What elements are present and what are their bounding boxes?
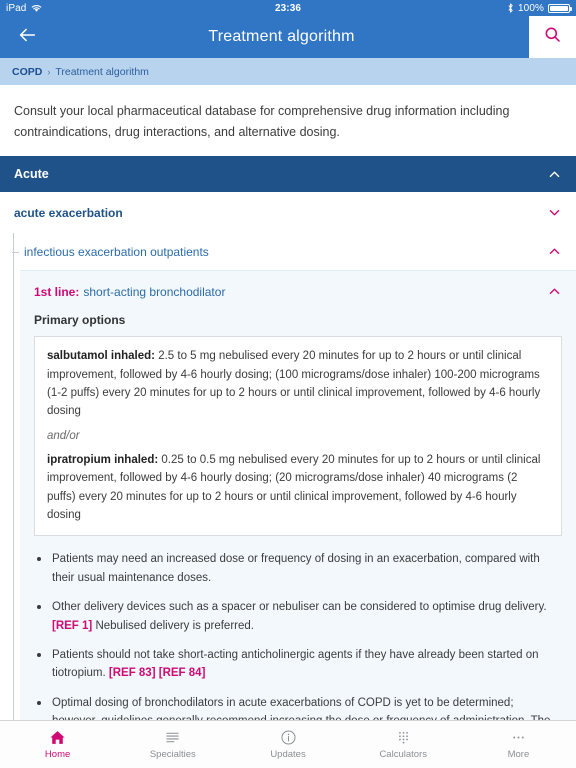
treatment-panel: 1st line: short-acting bronchodilator Pr… — [20, 270, 576, 720]
treatment-line-header[interactable]: 1st line: short-acting bronchodilator — [20, 271, 576, 311]
list-item: Patients should not take short-acting an… — [37, 646, 560, 683]
section-header-acute[interactable]: Acute — [0, 156, 576, 193]
treatment-tree: infectious exacerbation outpatients 1st … — [0, 233, 576, 720]
tab-label: More — [507, 749, 530, 760]
branch-title: infectious exacerbation outpatients — [24, 244, 209, 259]
breadcrumb-item-copd[interactable]: COPD — [12, 66, 42, 78]
drug-name: ipratropium inhaled: — [47, 453, 159, 466]
tab-specialties[interactable]: Specialties — [115, 721, 230, 768]
treatment-line-label: 1st line: — [34, 284, 80, 299]
reference-link[interactable]: [REF 1] — [52, 620, 92, 632]
drug-option-ipratropium: ipratropium inhaled: 0.25 to 0.5 mg nebu… — [47, 451, 549, 525]
drug-options-box: salbutamol inhaled: 2.5 to 5 mg nebulise… — [34, 336, 562, 537]
battery-full-icon — [548, 3, 572, 13]
intro-text: Consult your local pharmaceutical databa… — [14, 104, 510, 139]
home-icon — [49, 729, 66, 746]
group-row-acute-exacerbation[interactable]: acute exacerbation — [0, 192, 576, 234]
status-bar-right: 100% — [507, 2, 572, 14]
chevron-up-icon — [547, 284, 562, 299]
search-button[interactable] — [529, 16, 576, 58]
page-title: Treatment algorithm — [208, 28, 355, 45]
note-tail: Nebulised delivery is preferred. — [95, 619, 254, 632]
breadcrumb: COPD › Treatment algorithm — [0, 58, 576, 85]
bluetooth-icon — [507, 3, 514, 13]
drug-conjunction: and/or — [47, 429, 80, 442]
status-bar-left: iPad — [6, 3, 42, 14]
reference-link[interactable]: [REF 83] — [109, 667, 156, 679]
tab-bar: Home Specialties Updates Calculators Mor… — [0, 720, 576, 768]
tab-label: Updates — [270, 749, 306, 760]
chevron-up-icon — [547, 167, 562, 182]
wifi-icon — [31, 4, 42, 13]
search-icon — [543, 25, 562, 49]
tab-updates[interactable]: Updates — [230, 721, 345, 768]
ellipsis-icon — [510, 729, 527, 746]
list-item: Patients may need an increased dose or f… — [37, 550, 560, 587]
list-lines-icon — [164, 729, 181, 746]
info-circle-icon — [280, 729, 297, 746]
battery-percent-label: 100% — [518, 2, 544, 14]
list-item: Other delivery devices such as a spacer … — [37, 598, 560, 635]
list-item: Optimal dosing of bronchodilators in acu… — [37, 694, 560, 720]
tab-home[interactable]: Home — [0, 721, 115, 768]
drug-name: salbutamol inhaled: — [47, 350, 155, 363]
note-text: Other delivery devices such as a spacer … — [52, 601, 547, 614]
tab-label: Calculators — [379, 749, 427, 760]
drug-option-salbutamol: salbutamol inhaled: 2.5 to 5 mg nebulise… — [47, 347, 549, 421]
group-title: acute exacerbation — [14, 205, 123, 220]
tab-label: Home — [44, 749, 71, 760]
app-root: iPad 23:36 100% Treatment algorithm COPD… — [0, 0, 576, 768]
tab-label: Specialties — [149, 749, 196, 760]
grid-dots-icon — [395, 729, 412, 746]
section-title: Acute — [14, 167, 49, 182]
status-bar: iPad 23:36 100% — [0, 0, 576, 16]
tab-more[interactable]: More — [461, 721, 576, 768]
nav-bar: Treatment algorithm — [0, 16, 576, 58]
device-name-label: iPad — [6, 2, 27, 14]
treatment-notes-list: Patients may need an increased dose or f… — [20, 536, 576, 720]
reference-link[interactable]: [REF 84] — [159, 667, 206, 679]
status-bar-clock: 23:36 — [274, 2, 302, 14]
content-area: Consult your local pharmaceutical databa… — [0, 85, 576, 720]
breadcrumb-item-treatment-algorithm: Treatment algorithm — [55, 65, 149, 78]
breadcrumb-separator-icon: › — [47, 66, 51, 77]
note-text: Patients may need an increased dose or f… — [52, 553, 540, 584]
treatment-line-value: short-acting bronchodilator — [83, 284, 226, 299]
tab-calculators[interactable]: Calculators — [346, 721, 461, 768]
chevron-up-icon — [547, 244, 562, 259]
note-text: Optimal dosing of bronchodilators in acu… — [52, 696, 550, 720]
chevron-down-icon — [547, 205, 562, 220]
primary-options-heading: Primary options — [34, 313, 126, 328]
branch-row-infectious-exacerbation-outpatients[interactable]: infectious exacerbation outpatients — [12, 233, 576, 270]
